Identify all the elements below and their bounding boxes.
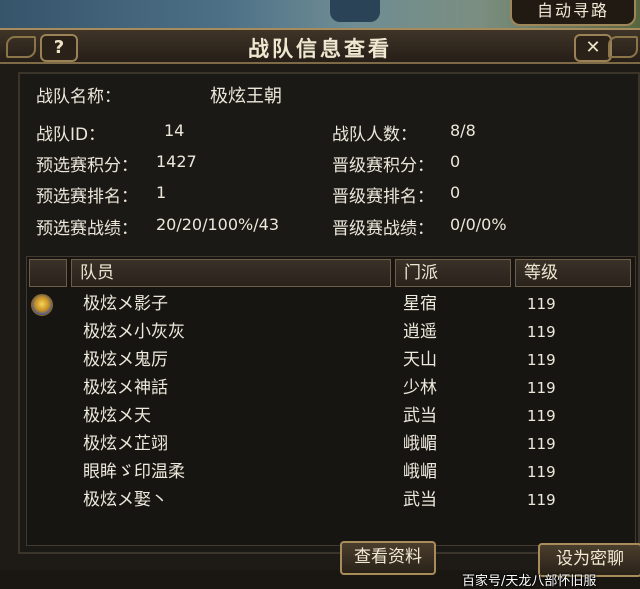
member-level: 119 xyxy=(527,407,556,425)
table-row[interactable]: 极炫メ芷翊 峨嵋 119 xyxy=(27,430,635,458)
view-info-button[interactable]: 查看资料 xyxy=(340,541,436,575)
team-info-window: ? 战队信息查看 ✕ 战队名称： 极炫王朝 战队ID： 14 战队人数： 8/8… xyxy=(0,28,640,589)
auto-pathfind-button[interactable]: 自动寻路 xyxy=(510,0,636,26)
member-name: 极炫メ天 xyxy=(83,406,151,426)
team-members-value: 8/8 xyxy=(450,121,476,140)
member-school: 武当 xyxy=(403,490,437,510)
member-level: 119 xyxy=(527,379,556,397)
table-row[interactable]: 极炫メ影子 星宿 119 xyxy=(27,290,635,318)
team-members-label: 战队人数： xyxy=(332,125,417,145)
close-button[interactable]: ✕ xyxy=(574,34,612,62)
member-name: 极炫メ小灰灰 xyxy=(83,322,185,342)
prelim-points-value: 1427 xyxy=(156,152,197,171)
promo-record-value: 0/0/0% xyxy=(450,215,507,234)
table-row[interactable]: 极炫メ神話 少林 119 xyxy=(27,374,635,402)
promo-points-label: 晋级赛积分： xyxy=(332,156,434,176)
promo-record-label: 晋级赛战绩： xyxy=(332,219,434,239)
table-row[interactable]: 眼眸ゞ印温柔 峨嵋 119 xyxy=(27,458,635,486)
team-info-panel: 战队名称： 极炫王朝 战队ID： 14 战队人数： 8/8 预选赛积分： 142… xyxy=(18,72,640,554)
member-name: 极炫メ芷翊 xyxy=(83,434,168,454)
member-school: 星宿 xyxy=(403,294,437,314)
promo-rank-value: 0 xyxy=(450,183,461,202)
prelim-record-label: 预选赛战绩： xyxy=(36,219,138,239)
window-titlebar: ? 战队信息查看 ✕ xyxy=(0,30,640,64)
member-school: 少林 xyxy=(403,378,437,398)
member-level: 119 xyxy=(527,295,556,313)
member-school: 峨嵋 xyxy=(403,462,437,482)
prelim-rank-value: 1 xyxy=(156,183,167,202)
game-world-strip: 自动寻路 xyxy=(0,0,640,30)
member-name: 极炫メ影子 xyxy=(83,294,168,314)
prelim-points-label: 预选赛积分： xyxy=(36,156,138,176)
member-level: 119 xyxy=(527,491,556,509)
header-blank xyxy=(29,259,67,287)
member-level: 119 xyxy=(527,463,556,481)
member-school: 峨嵋 xyxy=(403,434,437,454)
table-row[interactable]: 极炫メ鬼厉 天山 119 xyxy=(27,346,635,374)
member-name: 眼眸ゞ印温柔 xyxy=(83,462,185,482)
member-school: 武当 xyxy=(403,406,437,426)
member-name: 极炫メ娶丶 xyxy=(83,490,168,510)
table-row[interactable]: 极炫メ小灰灰 逍遥 119 xyxy=(27,318,635,346)
watermark: 百家号/天龙八部怀旧服 xyxy=(462,574,597,589)
member-level: 119 xyxy=(527,351,556,369)
prelim-rank-label: 预选赛排名： xyxy=(36,187,138,207)
prelim-record-value: 20/20/100%/43 xyxy=(156,215,279,234)
table-row[interactable]: 极炫メ天 武当 119 xyxy=(27,402,635,430)
header-level[interactable]: 等级 xyxy=(515,259,631,287)
promo-points-value: 0 xyxy=(450,152,461,171)
table-row[interactable]: 极炫メ娶丶 武当 119 xyxy=(27,486,635,514)
member-name: 极炫メ鬼厉 xyxy=(83,350,168,370)
member-level: 119 xyxy=(527,435,556,453)
member-level: 119 xyxy=(527,323,556,341)
world-scenery xyxy=(330,0,380,22)
team-id-value: 14 xyxy=(164,121,185,140)
header-member[interactable]: 队员 xyxy=(71,259,391,287)
member-school: 逍遥 xyxy=(403,322,437,342)
team-name-value: 极炫王朝 xyxy=(210,86,282,107)
window-title: 战队信息查看 xyxy=(248,37,392,61)
member-school: 天山 xyxy=(403,350,437,370)
header-school[interactable]: 门派 xyxy=(395,259,511,287)
ornament-icon xyxy=(608,36,638,58)
team-id-label: 战队ID： xyxy=(36,125,106,145)
member-list: 队员 门派 等级 极炫メ影子 星宿 119 极炫メ小灰灰 逍遥 119 极炫メ鬼厉 天山 119… xyxy=(26,256,636,546)
member-name: 极炫メ神話 xyxy=(83,378,168,398)
promo-rank-label: 晋级赛排名： xyxy=(332,187,434,207)
team-name-label: 战队名称： xyxy=(36,87,121,107)
team-leader-icon xyxy=(31,294,53,316)
